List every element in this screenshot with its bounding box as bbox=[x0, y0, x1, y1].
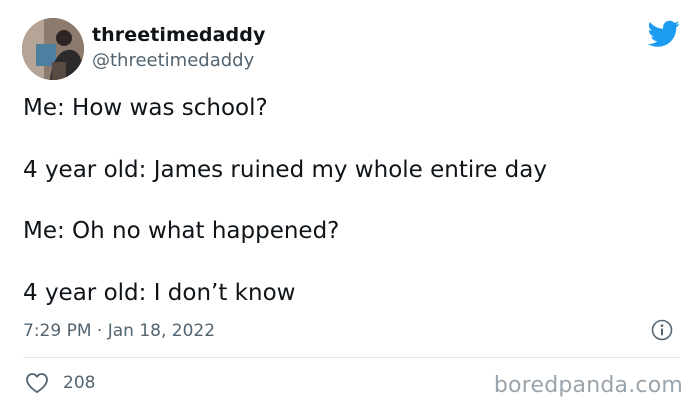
tweet-timestamp[interactable]: 7:29 PM · Jan 18, 2022 bbox=[23, 321, 215, 341]
watermark: boredpanda.com bbox=[493, 373, 683, 398]
divider bbox=[23, 357, 680, 358]
tweet-text-line: 4 year old: James ruined my whole entire… bbox=[23, 157, 547, 183]
avatar[interactable] bbox=[22, 18, 84, 80]
tweet-text-line: 4 year old: I don’t know bbox=[23, 280, 296, 306]
tweet-card: threetimedaddy @threetimedaddy Me: How w… bbox=[0, 0, 700, 410]
like-button[interactable]: 208 bbox=[25, 372, 95, 394]
heart-icon bbox=[26, 373, 48, 394]
user-handle[interactable]: @threetimedaddy bbox=[92, 50, 254, 71]
display-name[interactable]: threetimedaddy bbox=[92, 24, 265, 46]
tweet-text-line: Me: How was school? bbox=[23, 95, 268, 121]
tweet-text-line: Me: Oh no what happened? bbox=[23, 218, 340, 244]
twitter-bird-icon[interactable] bbox=[648, 20, 680, 48]
like-count: 208 bbox=[63, 373, 96, 393]
profile-photo bbox=[22, 18, 84, 80]
info-icon[interactable] bbox=[651, 319, 673, 341]
